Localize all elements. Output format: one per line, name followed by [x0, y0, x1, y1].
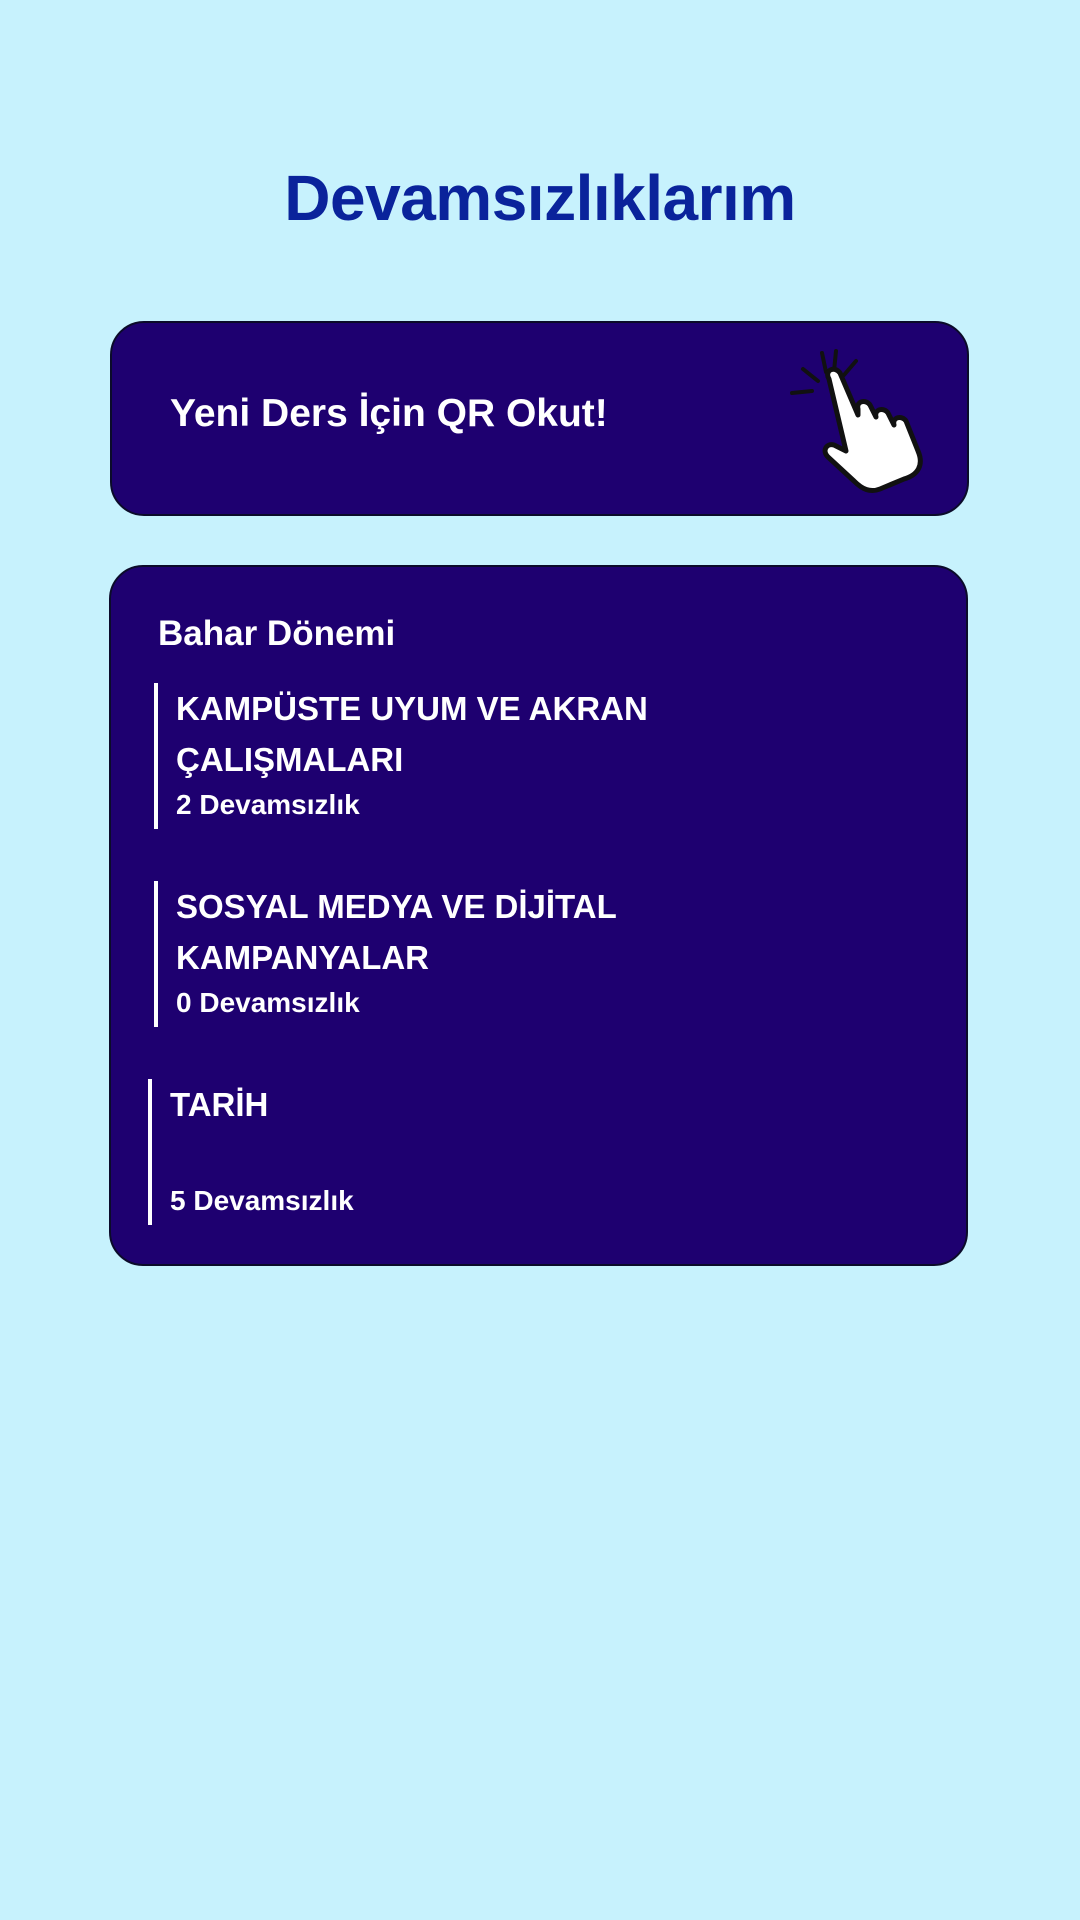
term-card: Bahar Dönemi KAMPÜSTE UYUM VE AKRAN ÇALI…: [109, 565, 968, 1266]
scan-qr-label: Yeni Ders İçin QR Okut!: [170, 392, 608, 435]
course-name: SOSYAL MEDYA VE DİJİTAL KAMPANYALAR: [176, 888, 617, 976]
course-absence-count: 2 Devamsızlık: [176, 789, 360, 820]
course-item-sosyal-medya[interactable]: SOSYAL MEDYA VE DİJİTAL KAMPANYALAR 0 De…: [154, 881, 874, 1027]
term-title: Bahar Dönemi: [158, 614, 396, 653]
tap-hand-icon: [784, 345, 924, 495]
page-title: Devamsızlıklarım: [284, 162, 796, 234]
scan-qr-button[interactable]: Yeni Ders İçin QR Okut!: [110, 321, 969, 516]
course-name: TARİH: [170, 1086, 269, 1123]
course-item-tarih[interactable]: TARİH 5 Devamsızlık: [148, 1079, 868, 1225]
course-item-kampuste-uyum[interactable]: KAMPÜSTE UYUM VE AKRAN ÇALIŞMALARI 2 Dev…: [154, 683, 874, 829]
course-absence-count: 5 Devamsızlık: [170, 1185, 354, 1216]
course-name: KAMPÜSTE UYUM VE AKRAN ÇALIŞMALARI: [176, 690, 648, 778]
course-absence-count: 0 Devamsızlık: [176, 987, 360, 1018]
